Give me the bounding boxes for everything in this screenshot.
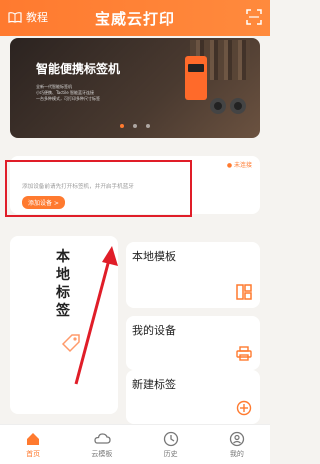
tab-cloud-templates[interactable]: 云模板 [91, 431, 112, 459]
tab-label: 云模板 [91, 449, 113, 458]
cloud-icon [94, 432, 111, 444]
user-icon [229, 431, 245, 446]
tab-label: 历史 [163, 449, 178, 458]
tab-profile[interactable]: 我的 [229, 431, 245, 459]
bottom-tab-bar: 首页 云模板 历史 我的 [0, 424, 270, 464]
tab-label: 首页 [26, 449, 41, 458]
tab-label: 我的 [229, 449, 244, 458]
annotation-arrow [74, 246, 118, 385]
clock-icon [163, 431, 178, 446]
tab-history[interactable]: 历史 [163, 431, 179, 459]
tab-home[interactable]: 首页 [25, 431, 41, 459]
home-icon [27, 432, 40, 445]
